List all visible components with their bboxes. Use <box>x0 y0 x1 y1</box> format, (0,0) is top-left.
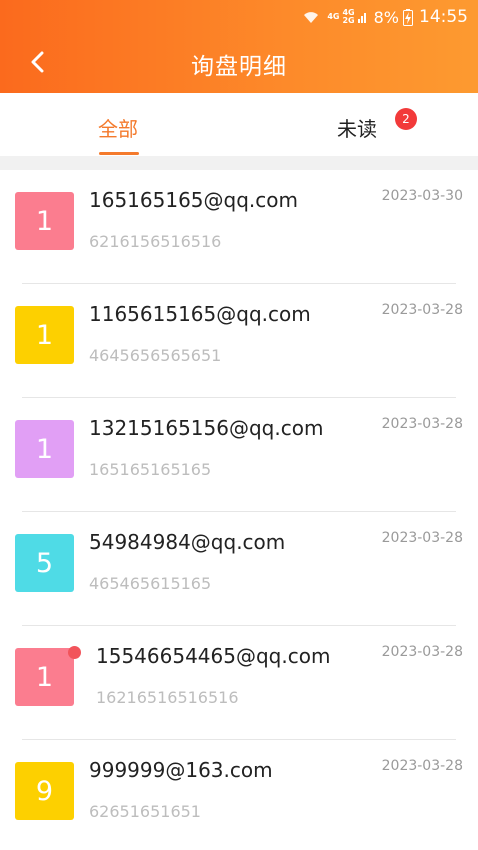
avatar: 5 <box>15 534 74 592</box>
battery-percent: 8% <box>373 7 399 27</box>
item-date: 2023-03-28 <box>381 302 463 318</box>
item-number: 62651651651 <box>89 802 201 821</box>
list-item[interactable]: 5 54984984@qq.com 465465615165 2023-03-28 <box>0 512 478 626</box>
item-email: 15546654465@qq.com <box>96 644 331 668</box>
app-header: 4G 4G 2G 8% 14:55 询盘明细 <box>0 0 478 93</box>
item-number: 6216156516516 <box>89 232 222 251</box>
unread-dot <box>68 646 81 659</box>
tab-unread[interactable]: 未读 <box>337 113 377 142</box>
signal-icon <box>357 13 366 23</box>
tab-all[interactable]: 全部 <box>98 113 138 142</box>
item-date: 2023-03-30 <box>381 188 463 204</box>
item-number: 16216516516516 <box>96 688 239 707</box>
avatar: 9 <box>15 762 74 820</box>
network-4g-2g-label: 4G 2G <box>342 8 355 25</box>
item-email: 1165615165@qq.com <box>89 302 311 326</box>
page-title: 询盘明细 <box>191 54 287 80</box>
unread-count-badge: 2 <box>395 108 417 130</box>
avatar: 1 <box>15 306 74 364</box>
list-item[interactable]: 1 15546654465@qq.com 16216516516516 2023-03… <box>0 626 478 740</box>
list-item[interactable]: 1 13215165156@qq.com 165165165165 2023-03-2… <box>0 398 478 512</box>
battery-charging-icon <box>403 8 413 26</box>
item-number: 165165165165 <box>89 460 212 479</box>
item-number: 465465615165 <box>89 574 212 593</box>
network-4g-label: 4G <box>327 12 340 21</box>
item-date: 2023-03-28 <box>381 644 463 660</box>
item-email: 13215165156@qq.com <box>89 416 324 440</box>
list-item[interactable]: 1 1165615165@qq.com 4645656565651 2023-03-2… <box>0 284 478 398</box>
section-divider <box>0 156 478 170</box>
list-item[interactable]: 9 999999@163.com 62651651651 2023-03-28 <box>0 740 478 850</box>
wifi-icon <box>304 12 319 23</box>
avatar: 1 <box>15 420 74 478</box>
item-number: 4645656565651 <box>89 346 222 365</box>
item-date: 2023-03-28 <box>381 758 463 774</box>
tab-active-indicator <box>99 152 139 155</box>
item-date: 2023-03-28 <box>381 530 463 546</box>
avatar: 1 <box>15 192 74 250</box>
item-email: 165165165@qq.com <box>89 188 298 212</box>
inquiry-list: 1 165165165@qq.com 6216156516516 2023-03-30… <box>0 170 478 850</box>
status-time: 14:55 <box>419 7 468 27</box>
item-email: 999999@163.com <box>89 758 273 782</box>
list-item[interactable]: 1 165165165@qq.com 6216156516516 2023-03-30 <box>0 170 478 284</box>
status-bar: 4G 4G 2G 8% 14:55 <box>303 4 468 30</box>
item-email: 54984984@qq.com <box>89 530 286 554</box>
avatar: 1 <box>15 648 74 706</box>
item-date: 2023-03-28 <box>381 416 463 432</box>
